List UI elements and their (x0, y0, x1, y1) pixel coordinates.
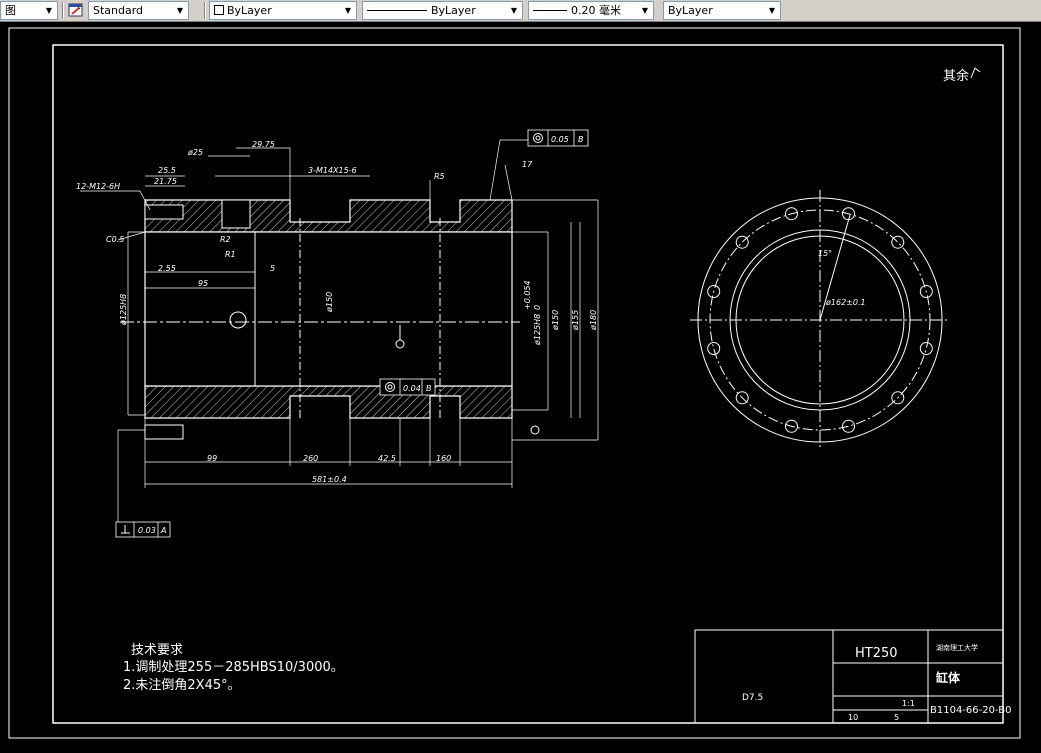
plotstyle-dropdown[interactable]: ByLayer ▼ (663, 1, 781, 20)
svg-text:0.05: 0.05 (551, 135, 569, 144)
bolt-hole (842, 419, 855, 433)
svg-text:A: A (160, 526, 166, 535)
tech-req-title: 技术要求 (131, 643, 184, 658)
svg-text:5: 5 (270, 264, 275, 273)
tech-req-item-2: 2.未注倒角2X45°。 (123, 678, 241, 693)
text-style-dropdown[interactable]: Standard ▼ (88, 1, 189, 20)
svg-text:260: 260 (303, 454, 318, 463)
svg-text:ø125H8: ø125H8 (119, 294, 128, 326)
svg-text:R5: R5 (434, 172, 445, 181)
svg-text:3-M14X15-6: 3-M14X15-6 (308, 166, 357, 175)
color-swatch-icon (214, 5, 224, 15)
svg-text:ø180: ø180 (589, 310, 598, 331)
section-view (80, 139, 599, 522)
svg-text:0.03: 0.03 (138, 526, 156, 535)
svg-text:581±0.4: 581±0.4 (312, 475, 347, 484)
svg-text:ø162±0.1: ø162±0.1 (825, 298, 866, 307)
svg-text:160: 160 (436, 454, 451, 463)
svg-text:0.04: 0.04 (403, 384, 421, 393)
plotstyle-value: ByLayer (668, 4, 713, 17)
workspace-dropdown-value: 图 (5, 4, 16, 17)
bolt-hole (707, 342, 721, 355)
svg-text:ø150: ø150 (325, 292, 334, 313)
linetype-dropdown[interactable]: ByLayer ▼ (362, 1, 523, 20)
toolbar-separator (62, 2, 64, 19)
toolbar-separator (204, 2, 206, 19)
properties-toolbar: 图 ▼ Standard ▼ ByLayer ▼ ByLayer ▼ 0.20 … (0, 0, 1041, 22)
svg-text:25.5: 25.5 (158, 166, 176, 175)
lineweight-dropdown[interactable]: 0.20 毫米 ▼ (528, 1, 654, 20)
bolt-hole (735, 235, 749, 249)
drawing-canvas[interactable]: ø25 29.75 3-M14X15-6 25.5 21.75 12-M12-6… (0, 22, 1041, 749)
sheets-total: 10 (848, 713, 858, 722)
svg-text:B: B (578, 135, 584, 144)
workspace-dropdown[interactable]: 图 ▼ (0, 1, 58, 20)
chevron-down-icon: ▼ (641, 6, 649, 15)
color-dropdown[interactable]: ByLayer ▼ (209, 1, 357, 20)
bolt-hole (891, 235, 905, 249)
lineweight-preview-icon (533, 9, 567, 11)
svg-text:0: 0 (533, 305, 542, 310)
scale-value: 1:1 (902, 699, 915, 708)
tech-req-item-1: 1.调制处理255－285HBS10/3000。 (123, 660, 344, 675)
drawing-number: B1104-66-20-B0 (930, 705, 1011, 716)
fcf-bottom: 0.03 A (115, 521, 171, 538)
svg-text:C0.5: C0.5 (106, 235, 124, 244)
chevron-down-icon: ▼ (768, 6, 776, 15)
chevron-down-icon: ▼ (45, 6, 53, 15)
fcf-mid: 0.04 B (379, 378, 436, 396)
svg-text:+0.054: +0.054 (523, 280, 532, 310)
chevron-down-icon: ▼ (510, 6, 518, 15)
svg-text:12-M12-6H: 12-M12-6H (76, 182, 120, 191)
svg-text:99: 99 (207, 454, 217, 463)
material-label: HT250 (855, 646, 898, 661)
end-view (690, 190, 950, 450)
linetype-value: ByLayer (431, 4, 476, 17)
roughness-note: 其余 (943, 68, 969, 84)
text-style-icon[interactable] (68, 2, 84, 18)
svg-text:21.75: 21.75 (154, 177, 177, 186)
svg-text:17: 17 (522, 160, 533, 169)
svg-text:95: 95 (198, 279, 208, 288)
sheet-number: 5 (894, 713, 899, 722)
color-value: ByLayer (227, 4, 272, 17)
svg-text:42.5: 42.5 (378, 454, 396, 463)
svg-text:R1: R1 (225, 250, 236, 259)
linetype-preview-icon (367, 9, 427, 11)
chevron-down-icon: ▼ (176, 6, 184, 15)
svg-text:ø25: ø25 (187, 148, 203, 157)
svg-text:ø125H8: ø125H8 (533, 314, 542, 346)
drawing-svg: ø25 29.75 3-M14X15-6 25.5 21.75 12-M12-6… (8, 27, 1021, 739)
svg-text:R2: R2 (220, 235, 231, 244)
svg-text:ø150: ø150 (551, 310, 560, 331)
company-label: 湖南理工大学 (936, 643, 978, 652)
fcf-top: 0.05 B (527, 129, 589, 147)
svg-text:B: B (426, 384, 432, 393)
designer-value: D7.5 (742, 693, 763, 703)
chevron-down-icon: ▼ (344, 6, 352, 15)
svg-text:ø155: ø155 (571, 310, 580, 331)
svg-text:2.55: 2.55 (158, 264, 176, 273)
part-name: 缸体 (936, 670, 961, 685)
roughness-symbol-icon (970, 67, 981, 79)
svg-text:29.75: 29.75 (252, 140, 275, 149)
lineweight-value: 0.20 毫米 (571, 4, 621, 17)
bolt-hole (919, 342, 933, 355)
text-style-value: Standard (93, 4, 144, 17)
